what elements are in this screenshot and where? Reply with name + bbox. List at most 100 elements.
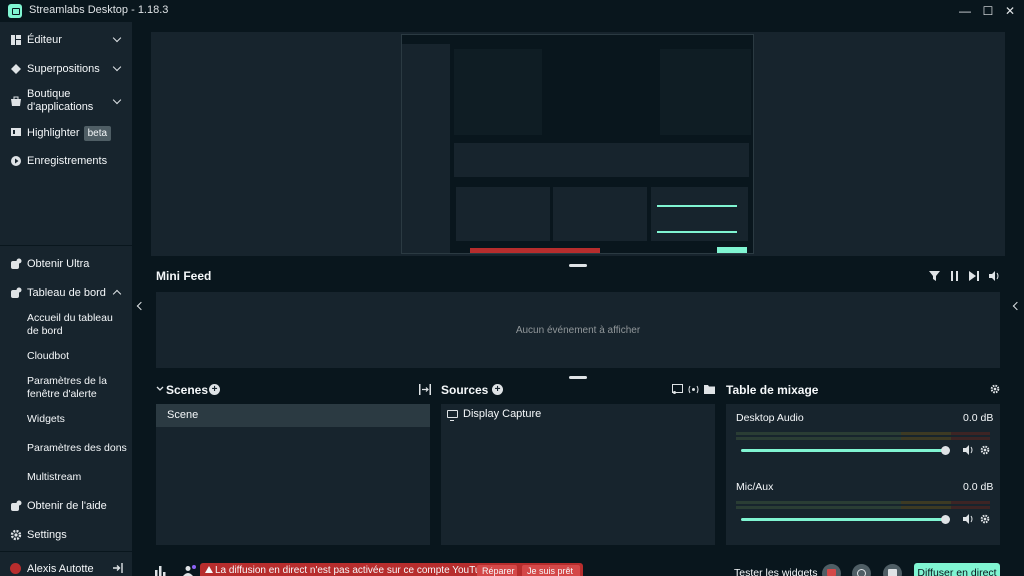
streamlabs-logo-icon [8, 4, 22, 18]
sidebar-item-label: Enregistrements [27, 155, 108, 167]
mixer-title: Table de mixage [726, 383, 819, 397]
sidebar-item-label: Superpositions [27, 63, 100, 75]
volume-icon[interactable] [963, 514, 974, 524]
avatar [10, 563, 21, 574]
volume-slider[interactable] [741, 518, 944, 521]
save-replay-button[interactable] [883, 564, 902, 576]
folder-icon[interactable] [704, 384, 715, 395]
sidebar-item-label: Settings [27, 529, 67, 541]
editor-icon [11, 35, 21, 45]
sidebar-item-settings[interactable]: Settings [0, 527, 132, 543]
mixer-channel-name: Desktop Audio [736, 412, 804, 424]
add-scene-button[interactable]: + [209, 384, 220, 395]
ultra-icon [11, 258, 22, 269]
recordings-icon [11, 156, 21, 166]
beta-badge: beta [83, 126, 112, 141]
sidebar-subitem-multistream[interactable]: Multistream [27, 471, 127, 484]
ready-button[interactable]: Je suis prêt [522, 565, 580, 576]
sidebar-item-recordings[interactable]: Enregistrements [0, 153, 132, 169]
record-button[interactable] [822, 564, 841, 576]
audio-meter [736, 437, 990, 440]
user-notification-icon[interactable] [183, 565, 196, 576]
sidebar-item-help[interactable]: Obtenir de l'aide [0, 498, 132, 514]
warning-icon [205, 566, 213, 573]
sidebar-subitem-donations[interactable]: Paramètres des dons [27, 442, 127, 455]
gear-icon[interactable] [980, 445, 990, 455]
chevron-down-icon[interactable] [112, 95, 122, 105]
sidebar-subitem-cloudbot[interactable]: Cloudbot [27, 350, 127, 363]
mixer-channel-name: Mic/Aux [736, 481, 774, 493]
dashboard-icon [11, 287, 22, 298]
minimize-button[interactable]: — [956, 2, 974, 20]
volume-icon[interactable] [963, 445, 974, 455]
source-item[interactable]: Display Capture [447, 408, 542, 421]
pause-icon[interactable] [950, 271, 959, 281]
volume-icon[interactable] [989, 271, 1000, 281]
chevron-up-icon[interactable] [112, 289, 122, 299]
minifeed-empty-message: Aucun événement à afficher [515, 324, 641, 336]
mixer-channel-db: 0.0 dB [963, 412, 994, 424]
replay-buffer-button[interactable] [852, 564, 871, 576]
volume-slider[interactable] [741, 449, 944, 452]
scene-transitions-icon[interactable] [419, 384, 431, 395]
chevron-left-icon[interactable] [1012, 301, 1022, 311]
go-live-button[interactable]: Diffuser en direct [914, 563, 1000, 576]
minifeed-body: Aucun événement à afficher [156, 292, 1000, 368]
volume-slider-thumb[interactable] [941, 515, 950, 524]
sidebar-item-editor[interactable]: Éditeur [0, 32, 132, 48]
monitor-icon [447, 410, 458, 421]
mixer-channel-db: 0.0 dB [963, 481, 994, 493]
sources-list [441, 404, 715, 545]
sidebar-item-highlighter[interactable]: Highlighter beta [0, 124, 132, 141]
sidebar-item-dashboard[interactable]: Tableau de bord [0, 285, 132, 301]
sidebar-user[interactable]: Alexis Autotte [0, 561, 132, 576]
sidebar-subitem-widgets[interactable]: Widgets [27, 413, 127, 426]
source-item-label: Display Capture [463, 408, 542, 420]
sidebar-item-app-store[interactable]: Boutique d'applications [0, 88, 132, 116]
sources-title: Sources [441, 383, 489, 397]
gear-icon[interactable] [990, 384, 1000, 394]
sidebar-item-label: Tableau de bord [27, 287, 106, 299]
mixer-body [726, 404, 1000, 545]
test-widgets-label: Tester les widgets [734, 567, 818, 576]
sidebar: Éditeur Superpositions Boutique d'applic… [0, 22, 132, 576]
resize-handle[interactable] [569, 376, 587, 379]
volume-slider-thumb[interactable] [941, 446, 950, 455]
chevron-down-icon[interactable] [112, 33, 122, 43]
sidebar-item-label: Highlighter beta [27, 126, 112, 141]
sidebar-item-ultra[interactable]: Obtenir Ultra [0, 256, 132, 272]
maximize-button[interactable]: ☐ [979, 2, 997, 20]
cast-icon[interactable] [672, 384, 683, 395]
sidebar-divider [0, 245, 132, 246]
stats-icon[interactable] [155, 566, 166, 576]
help-icon [11, 500, 22, 511]
sidebar-item-label: Obtenir de l'aide [27, 500, 107, 512]
gear-icon [10, 529, 22, 541]
app-store-icon [11, 96, 21, 106]
skip-icon[interactable] [969, 271, 979, 281]
sidebar-item-label: Éditeur [27, 34, 62, 46]
close-button[interactable]: ✕ [1001, 2, 1019, 20]
sidebar-subitem-dashboard-home[interactable]: Accueil du tableau de bord [27, 312, 127, 338]
resize-handle[interactable] [569, 264, 587, 267]
user-name: Alexis Autotte [27, 563, 94, 575]
filter-icon[interactable] [929, 271, 940, 281]
sidebar-collapse-strip[interactable] [132, 22, 148, 576]
warning-text: La diffusion en direct n'est pas activée… [215, 565, 492, 576]
broadcast-icon[interactable] [688, 384, 699, 395]
gear-icon[interactable] [980, 514, 990, 524]
chevron-down-icon[interactable] [156, 386, 164, 392]
sidebar-subitem-alert-box[interactable]: Paramètres de la fenêtre d'alerte [27, 375, 127, 401]
scene-item[interactable]: Scene [156, 404, 430, 427]
title-bar: Streamlabs Desktop - 1.18.3 — ☐ ✕ [0, 0, 1024, 22]
add-source-button[interactable]: + [492, 384, 503, 395]
sidebar-item-overlays[interactable]: Superpositions [0, 61, 132, 77]
logout-icon[interactable] [112, 562, 124, 574]
chevron-down-icon[interactable] [112, 62, 122, 72]
sidebar-item-label: Obtenir Ultra [27, 258, 90, 270]
right-collapse-strip[interactable] [1008, 22, 1024, 576]
audio-meter [736, 501, 990, 504]
chevron-left-icon[interactable] [136, 301, 146, 311]
preview-display-capture [401, 34, 754, 254]
fix-button[interactable]: Réparer [477, 565, 517, 576]
